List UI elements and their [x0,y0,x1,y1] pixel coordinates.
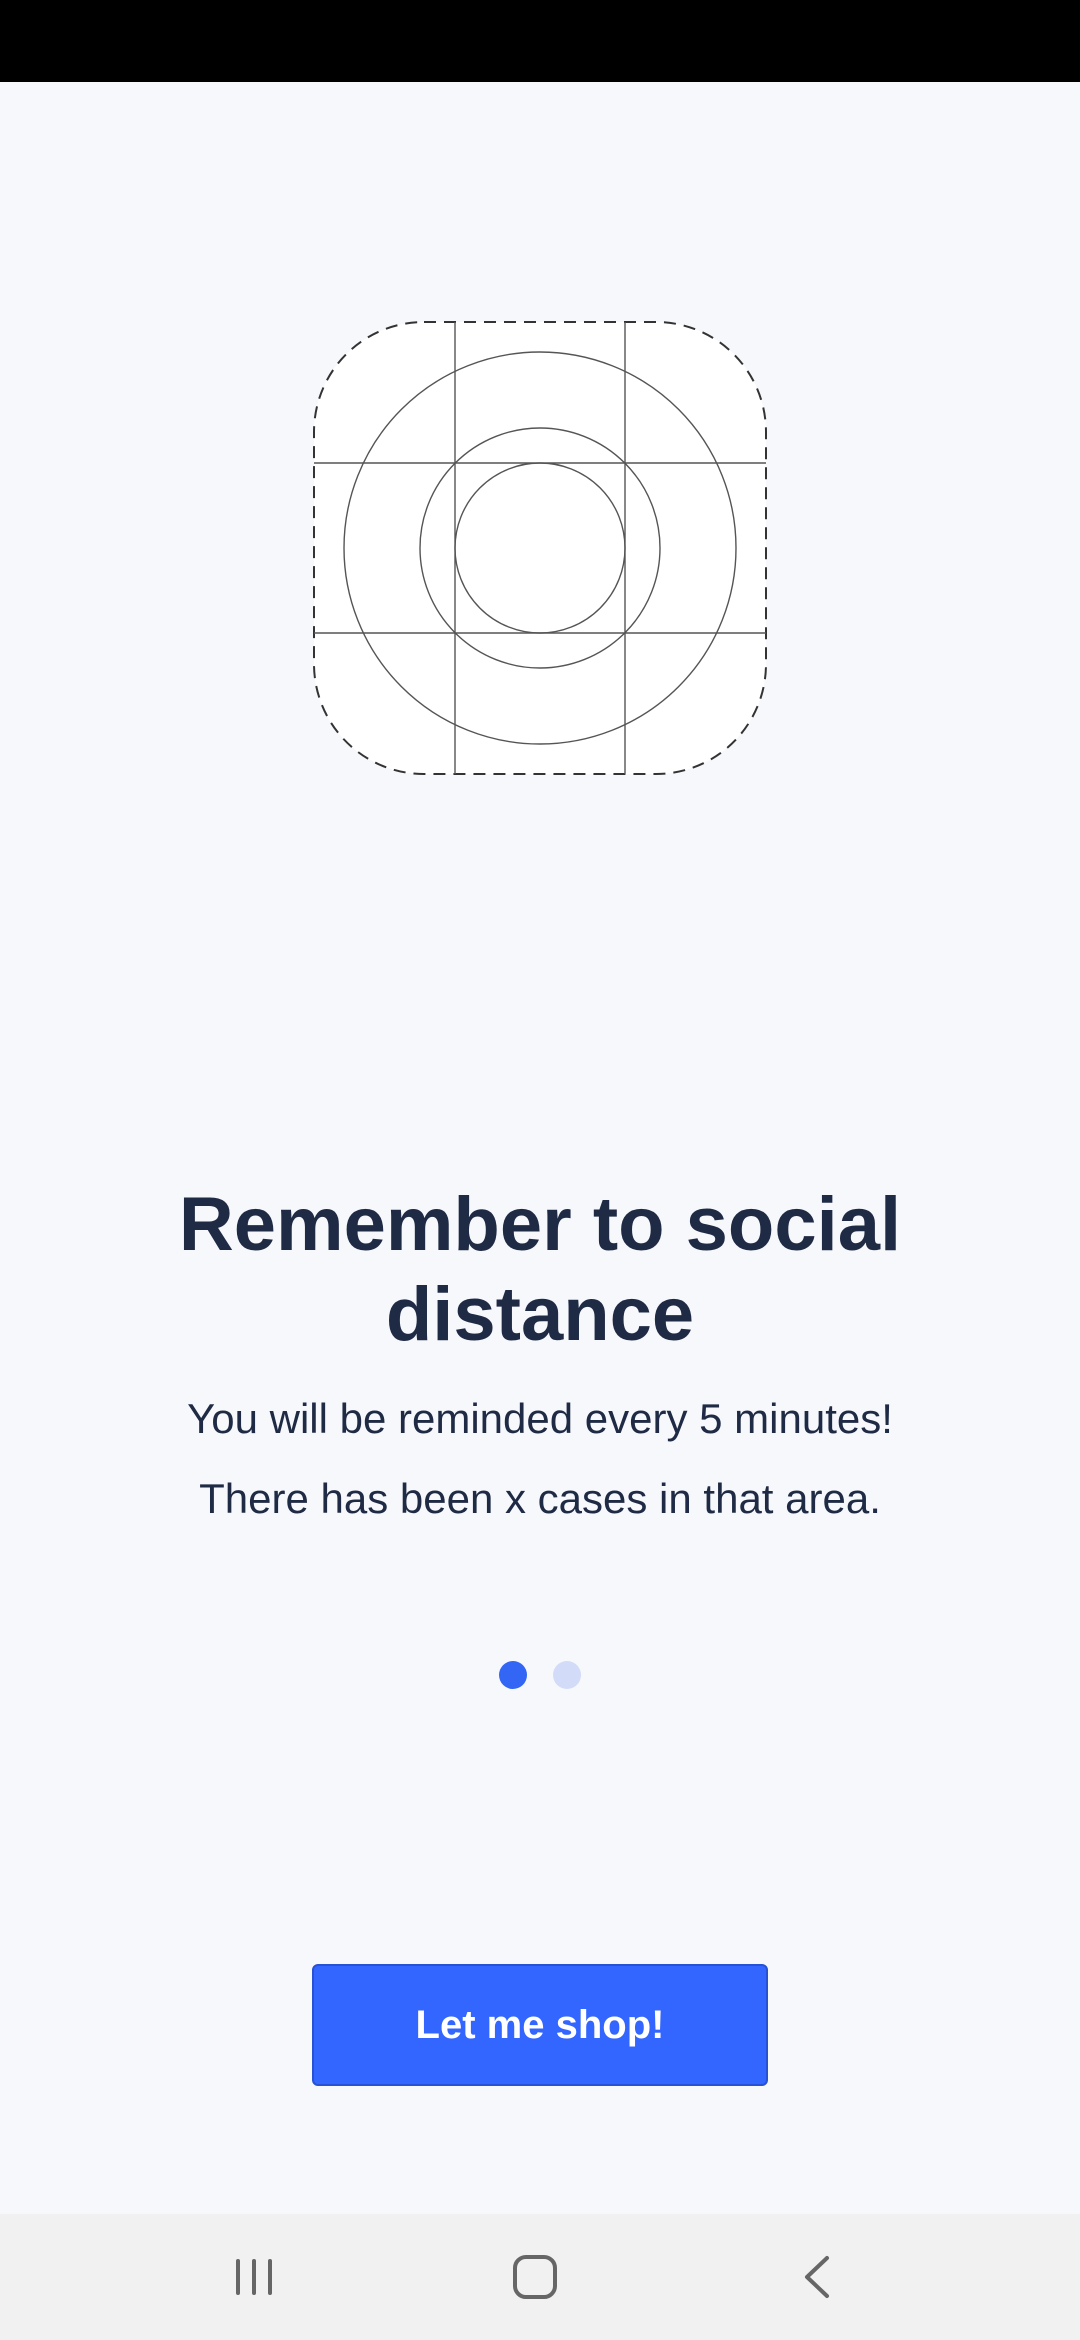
app-icon-placeholder-illustration [312,320,768,776]
system-navigation-bar [0,2214,1080,2340]
recents-button[interactable] [194,2214,314,2340]
page-indicator [0,1661,1080,1689]
back-button[interactable] [757,2214,877,2340]
reminder-interval-text: You will be reminded every 5 minutes! [187,1395,893,1442]
page-dot-active [499,1661,527,1689]
let-me-shop-button[interactable]: Let me shop! [312,1964,768,2086]
page-dot-inactive[interactable] [553,1661,581,1689]
onboarding-title: Remember to social distance [178,1182,902,1357]
area-cases-text: There has been x cases in that area. [199,1475,881,1522]
recents-icon [236,2259,272,2295]
home-icon [513,2255,557,2299]
status-bar [0,0,1080,82]
home-button[interactable] [475,2214,595,2340]
back-icon [805,2256,829,2298]
